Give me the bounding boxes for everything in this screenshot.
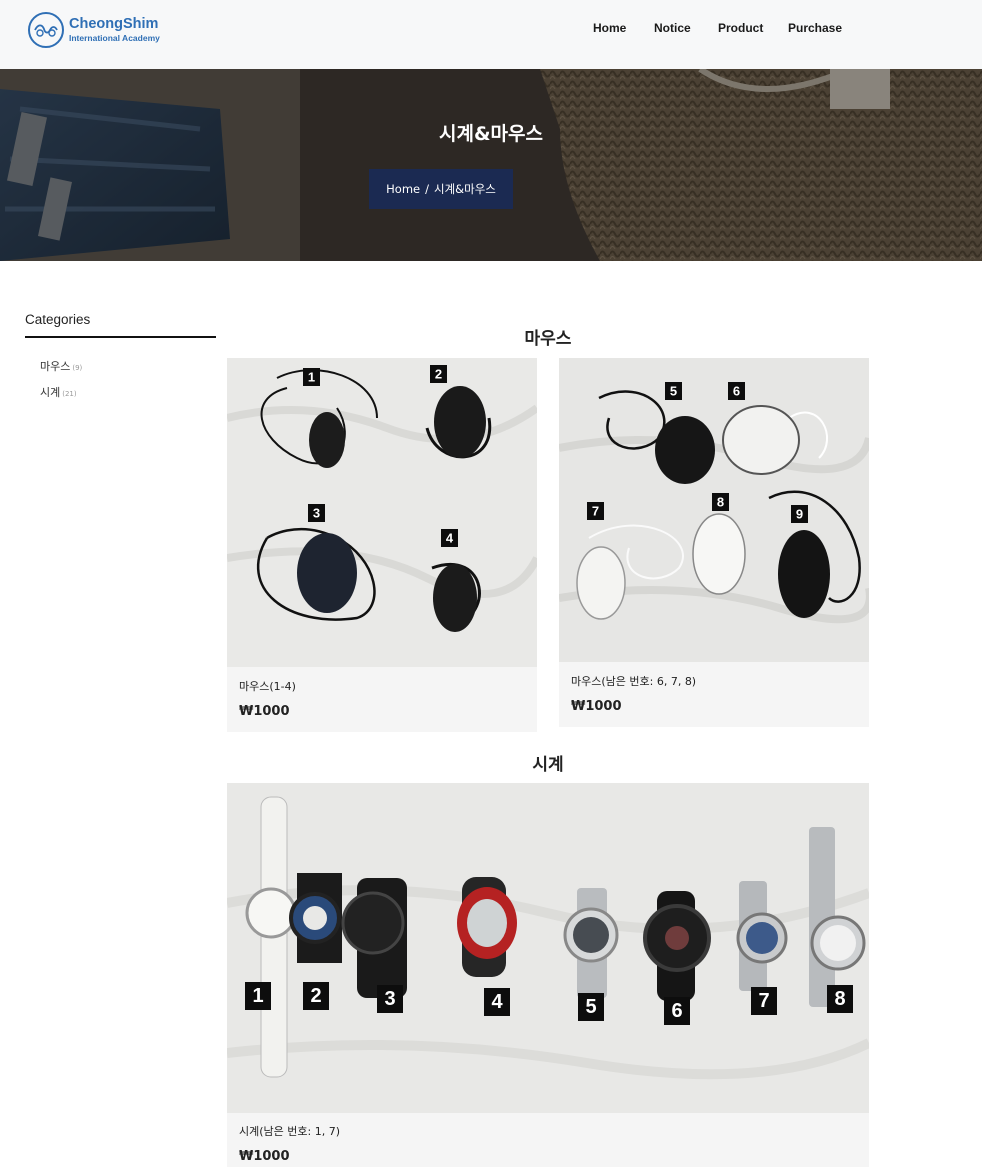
breadcrumb-separator: / bbox=[425, 182, 429, 196]
product-name[interactable]: 마우스(남은 번호: 6, 7, 8) bbox=[571, 673, 696, 689]
svg-text:8: 8 bbox=[717, 495, 724, 510]
product-card[interactable]: 1 2 3 4 마우스(1-4) ₩1000 bbox=[227, 358, 537, 732]
svg-text:4: 4 bbox=[491, 991, 503, 1013]
category-count: (21) bbox=[62, 390, 77, 398]
svg-text:6: 6 bbox=[671, 1000, 682, 1022]
product-image[interactable]: 1 2 3 4 5 6 7 8 bbox=[227, 783, 869, 1113]
page-title: 시계&마우스 bbox=[439, 123, 543, 145]
product-card[interactable]: 1 2 3 4 5 6 7 8 시계(남은 번호: 1, 7) ₩1000 bbox=[227, 783, 869, 1167]
product-name[interactable]: 시계(남은 번호: 1, 7) bbox=[239, 1123, 340, 1139]
svg-text:4: 4 bbox=[446, 531, 454, 546]
svg-text:5: 5 bbox=[585, 996, 596, 1018]
svg-text:2: 2 bbox=[310, 985, 321, 1007]
category-label: 마우스 bbox=[40, 360, 71, 373]
nav-home[interactable]: Home bbox=[593, 21, 626, 35]
breadcrumb-home-link[interactable]: Home bbox=[386, 182, 420, 196]
nav-notice[interactable]: Notice bbox=[654, 21, 691, 35]
svg-text:1: 1 bbox=[252, 985, 263, 1007]
categories-divider bbox=[25, 336, 216, 338]
breadcrumb: Home / 시계&마우스 bbox=[369, 169, 513, 209]
category-link-watch[interactable]: 시계 (21) bbox=[40, 384, 77, 400]
product-card[interactable]: 5 6 7 8 9 마우스(남은 번호: 6, 7, 8) ₩1000 bbox=[559, 358, 869, 727]
product-image[interactable]: 5 6 7 8 9 bbox=[559, 358, 869, 662]
svg-text:8: 8 bbox=[834, 988, 845, 1010]
svg-text:6: 6 bbox=[733, 384, 740, 399]
product-price: ₩1000 bbox=[571, 699, 622, 714]
nav-product[interactable]: Product bbox=[718, 21, 763, 35]
nav-purchase[interactable]: Purchase bbox=[788, 21, 842, 35]
product-name[interactable]: 마우스(1-4) bbox=[239, 678, 296, 694]
svg-text:2: 2 bbox=[435, 367, 442, 382]
category-count: (9) bbox=[72, 364, 83, 372]
hero-banner: 시계&마우스 Home / 시계&마우스 bbox=[0, 69, 982, 261]
category-link-mouse[interactable]: 마우스 (9) bbox=[40, 358, 82, 374]
top-navbar: CheongShim International Academy Home No… bbox=[0, 0, 982, 69]
svg-text:7: 7 bbox=[592, 504, 599, 519]
categories-heading: Categories bbox=[25, 312, 91, 327]
main-nav: Home Notice Product Purchase bbox=[0, 21, 982, 37]
product-price: ₩1000 bbox=[239, 704, 290, 719]
product-price: ₩1000 bbox=[239, 1149, 290, 1164]
product-image[interactable]: 1 2 3 4 bbox=[227, 358, 537, 667]
svg-text:1: 1 bbox=[308, 370, 315, 385]
svg-text:7: 7 bbox=[758, 990, 769, 1012]
hero-background-image bbox=[0, 69, 982, 261]
section-heading-mouse: 마우스 bbox=[524, 329, 572, 349]
category-label: 시계 bbox=[40, 386, 61, 399]
breadcrumb-current: 시계&마우스 bbox=[433, 182, 496, 196]
svg-text:3: 3 bbox=[313, 506, 320, 521]
section-heading-watch: 시계 bbox=[532, 755, 564, 775]
svg-text:5: 5 bbox=[670, 384, 677, 399]
svg-text:3: 3 bbox=[384, 988, 395, 1010]
svg-text:9: 9 bbox=[796, 507, 803, 522]
